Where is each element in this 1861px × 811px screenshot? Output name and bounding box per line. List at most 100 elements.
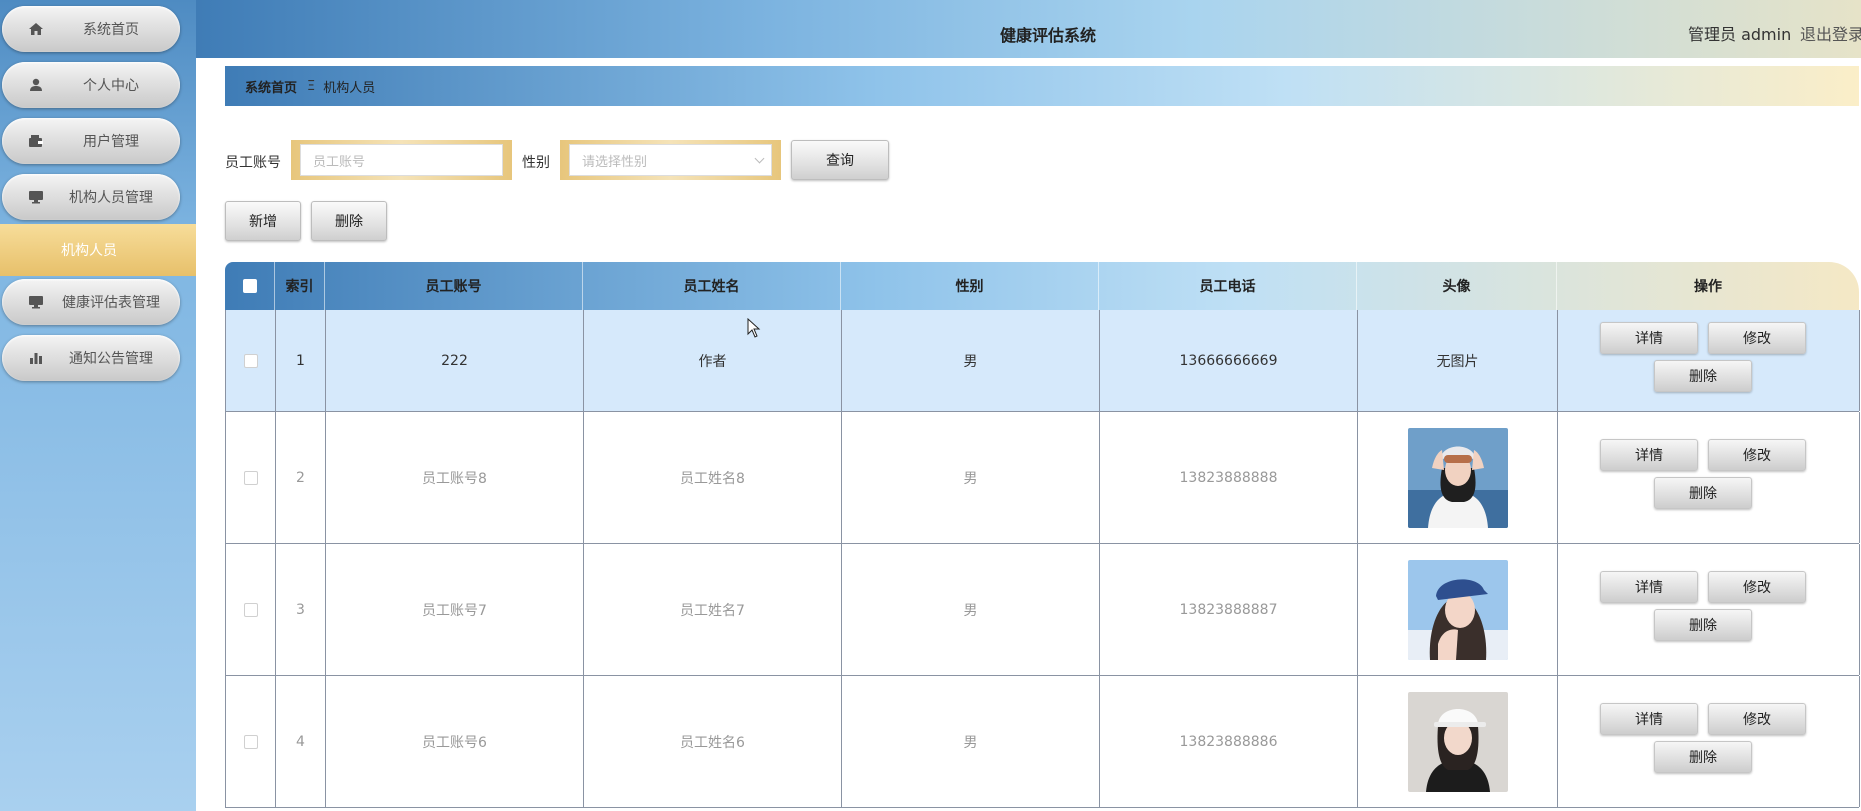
edit-button[interactable]: 修改 [1708, 703, 1806, 735]
header-name[interactable]: 员工姓名 [583, 262, 841, 310]
cell-name: 员工姓名7 [584, 544, 842, 675]
header-phone[interactable]: 员工电话 [1099, 262, 1357, 310]
row-checkbox[interactable] [243, 470, 258, 485]
sidebar: 系统首页 个人中心 用户管理 机构人员管理 机构人员 健康评估表管理 通知公告管… [0, 0, 196, 811]
sidebar-item-profile[interactable]: 个人中心 [2, 62, 180, 108]
row-checkbox[interactable] [243, 353, 258, 368]
breadcrumb: 系统首页 Ξ 机构人员 [225, 66, 1859, 106]
cell-account: 222 [326, 310, 584, 411]
cell-actions: 详情 修改 删除 [1558, 412, 1860, 543]
row-select-cell [226, 676, 276, 807]
table-header: 索引 员工账号 员工姓名 性别 员工电话 头像 操作 [225, 262, 1859, 310]
header-account[interactable]: 员工账号 [325, 262, 583, 310]
cell-index: 2 [276, 412, 326, 543]
user-info: 管理员 admin [1688, 25, 1792, 44]
sidebar-item-label: 用户管理 [83, 134, 139, 150]
edit-button[interactable]: 修改 [1708, 322, 1806, 354]
header-avatar: 头像 [1357, 262, 1557, 310]
row-checkbox[interactable] [243, 602, 258, 617]
header-index: 索引 [275, 262, 325, 310]
cell-avatar [1358, 676, 1558, 807]
cell-avatar [1358, 412, 1558, 543]
detail-button[interactable]: 详情 [1600, 439, 1698, 471]
cell-phone: 13823888887 [1100, 544, 1358, 675]
gender-select[interactable]: 请选择性别 [569, 144, 772, 176]
cell-phone: 13823888888 [1100, 412, 1358, 543]
breadcrumb-separator: Ξ [307, 78, 316, 94]
cell-index: 3 [276, 544, 326, 675]
cell-gender: 男 [842, 310, 1100, 411]
delete-button[interactable]: 删除 [1654, 609, 1752, 641]
select-all-checkbox[interactable] [242, 279, 257, 293]
sidebar-item-label: 健康评估表管理 [62, 295, 160, 311]
add-button[interactable]: 新增 [225, 201, 301, 241]
sidebar-item-notices[interactable]: 通知公告管理 [2, 335, 180, 381]
cell-gender: 男 [842, 412, 1100, 543]
sidebar-item-label: 机构人员 [61, 243, 117, 259]
sidebar-item-home[interactable]: 系统首页 [2, 6, 180, 52]
gender-field-frame: 请选择性别 [560, 140, 781, 180]
sidebar-item-label: 机构人员管理 [69, 190, 153, 206]
gender-placeholder: 请选择性别 [582, 154, 648, 170]
cell-name: 员工姓名8 [584, 412, 842, 543]
account-label: 员工账号 [225, 155, 281, 171]
account-field-frame: 员工账号 [291, 140, 512, 180]
mouse-cursor-icon [747, 318, 761, 338]
cell-account: 员工账号8 [326, 412, 584, 543]
delete-button[interactable]: 删除 [1654, 741, 1752, 773]
sidebar-item-users[interactable]: 用户管理 [2, 118, 180, 164]
row-select-cell [226, 412, 276, 543]
chevron-down-icon [754, 153, 765, 163]
sidebar-item-label: 通知公告管理 [69, 351, 153, 367]
select-all-cell [225, 262, 275, 310]
cell-actions: 详情 修改 删除 [1558, 310, 1860, 411]
header-actions: 操作 [1694, 279, 1722, 295]
header-gender[interactable]: 性别 [841, 262, 1099, 310]
detail-button[interactable]: 详情 [1600, 322, 1698, 354]
divider [196, 58, 1861, 64]
account-search-input[interactable]: 员工账号 [300, 144, 503, 176]
cell-actions: 详情 修改 删除 [1558, 676, 1860, 807]
cell-avatar [1358, 544, 1558, 675]
table-row[interactable]: 4 员工账号6 员工姓名6 男 13823888886 详情 修改 删除 [225, 676, 1860, 808]
avatar-image[interactable] [1407, 559, 1508, 660]
edit-button[interactable]: 修改 [1708, 571, 1806, 603]
delete-button[interactable]: 删除 [1654, 360, 1752, 392]
delete-button[interactable]: 删除 [1654, 477, 1752, 509]
row-select-cell [226, 544, 276, 675]
account-placeholder: 员工账号 [313, 154, 366, 170]
cell-index: 1 [276, 310, 326, 411]
detail-button[interactable]: 详情 [1600, 571, 1698, 603]
breadcrumb-home[interactable]: 系统首页 [245, 77, 297, 96]
sidebar-item-staff-management[interactable]: 机构人员管理 [2, 174, 180, 220]
table-row[interactable]: 1 222 作者 男 13666666669 无图片 详情 修改 删除 [225, 310, 1860, 412]
detail-button[interactable]: 详情 [1600, 703, 1698, 735]
cell-index: 4 [276, 676, 326, 807]
logout-link[interactable]: 退出登录 [1800, 21, 1861, 45]
sidebar-item-label: 个人中心 [83, 78, 139, 94]
row-select-cell [226, 310, 276, 411]
app-title: 健康评估系统 [1000, 26, 1097, 45]
cell-avatar-text: 无图片 [1358, 310, 1558, 411]
edit-button[interactable]: 修改 [1708, 439, 1806, 471]
breadcrumb-current: 机构人员 [323, 80, 376, 96]
sidebar-item-staff[interactable]: 机构人员 [0, 224, 196, 276]
row-checkbox[interactable] [243, 734, 258, 749]
table-row[interactable]: 3 员工账号7 员工姓名7 男 13823888887 详情 修改 删除 [225, 544, 1860, 676]
sidebar-item-health-assessment[interactable]: 健康评估表管理 [2, 279, 180, 325]
batch-delete-button[interactable]: 删除 [311, 201, 387, 241]
avatar-image[interactable] [1407, 427, 1508, 528]
cell-gender: 男 [842, 544, 1100, 675]
sidebar-item-label: 系统首页 [83, 22, 139, 38]
cell-account: 员工账号6 [326, 676, 584, 807]
cell-actions: 详情 修改 删除 [1558, 544, 1860, 675]
table-row[interactable]: 2 员工账号8 员工姓名8 男 13823888888 详情 修改 删除 [225, 412, 1860, 544]
avatar-image[interactable] [1407, 691, 1508, 792]
cell-gender: 男 [842, 676, 1100, 807]
staff-table: 索引 员工账号 员工姓名 性别 员工电话 头像 操作 1 222 作者 男 13… [225, 262, 1860, 808]
gender-label: 性别 [522, 155, 550, 171]
cell-phone: 13823888886 [1100, 676, 1358, 807]
query-button[interactable]: 查询 [791, 140, 889, 180]
cell-name: 作者 [584, 310, 842, 411]
cell-name: 员工姓名6 [584, 676, 842, 807]
